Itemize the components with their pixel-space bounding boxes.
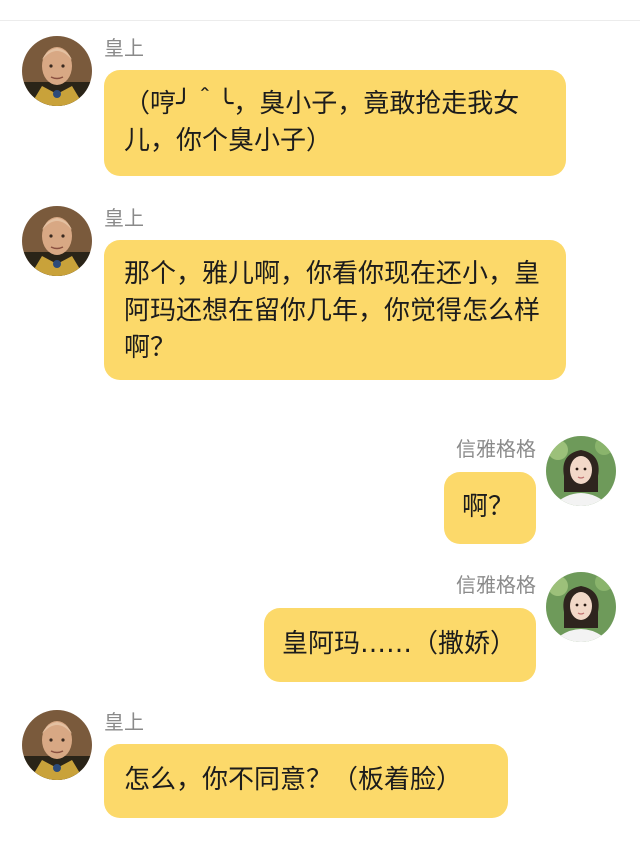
emperor-avatar[interactable] bbox=[22, 36, 92, 106]
sender-name: 信雅格格 bbox=[456, 437, 536, 461]
top-divider bbox=[0, 20, 640, 21]
message-bubble[interactable]: 皇阿玛……（撒娇） bbox=[264, 608, 536, 682]
sender-name: 皇上 bbox=[104, 206, 144, 230]
emperor-avatar[interactable] bbox=[22, 710, 92, 780]
message-bubble[interactable]: 啊？ bbox=[444, 472, 536, 544]
emperor-avatar[interactable] bbox=[22, 206, 92, 276]
message-bubble[interactable]: 怎么，你不同意？（板着脸） bbox=[104, 744, 508, 818]
princess-avatar[interactable] bbox=[546, 436, 616, 506]
princess-avatar[interactable] bbox=[546, 572, 616, 642]
message-bubble[interactable]: 那个，雅儿啊，你看你现在还小，皇阿玛还想在留你几年，你觉得怎么样啊？ bbox=[104, 240, 566, 380]
sender-name: 皇上 bbox=[104, 710, 144, 734]
sender-name: 信雅格格 bbox=[456, 573, 536, 597]
message-bubble[interactable]: （哼╯＾╰，臭小子，竟敢抢走我女儿，你个臭小子） bbox=[104, 70, 566, 176]
sender-name: 皇上 bbox=[104, 36, 144, 60]
